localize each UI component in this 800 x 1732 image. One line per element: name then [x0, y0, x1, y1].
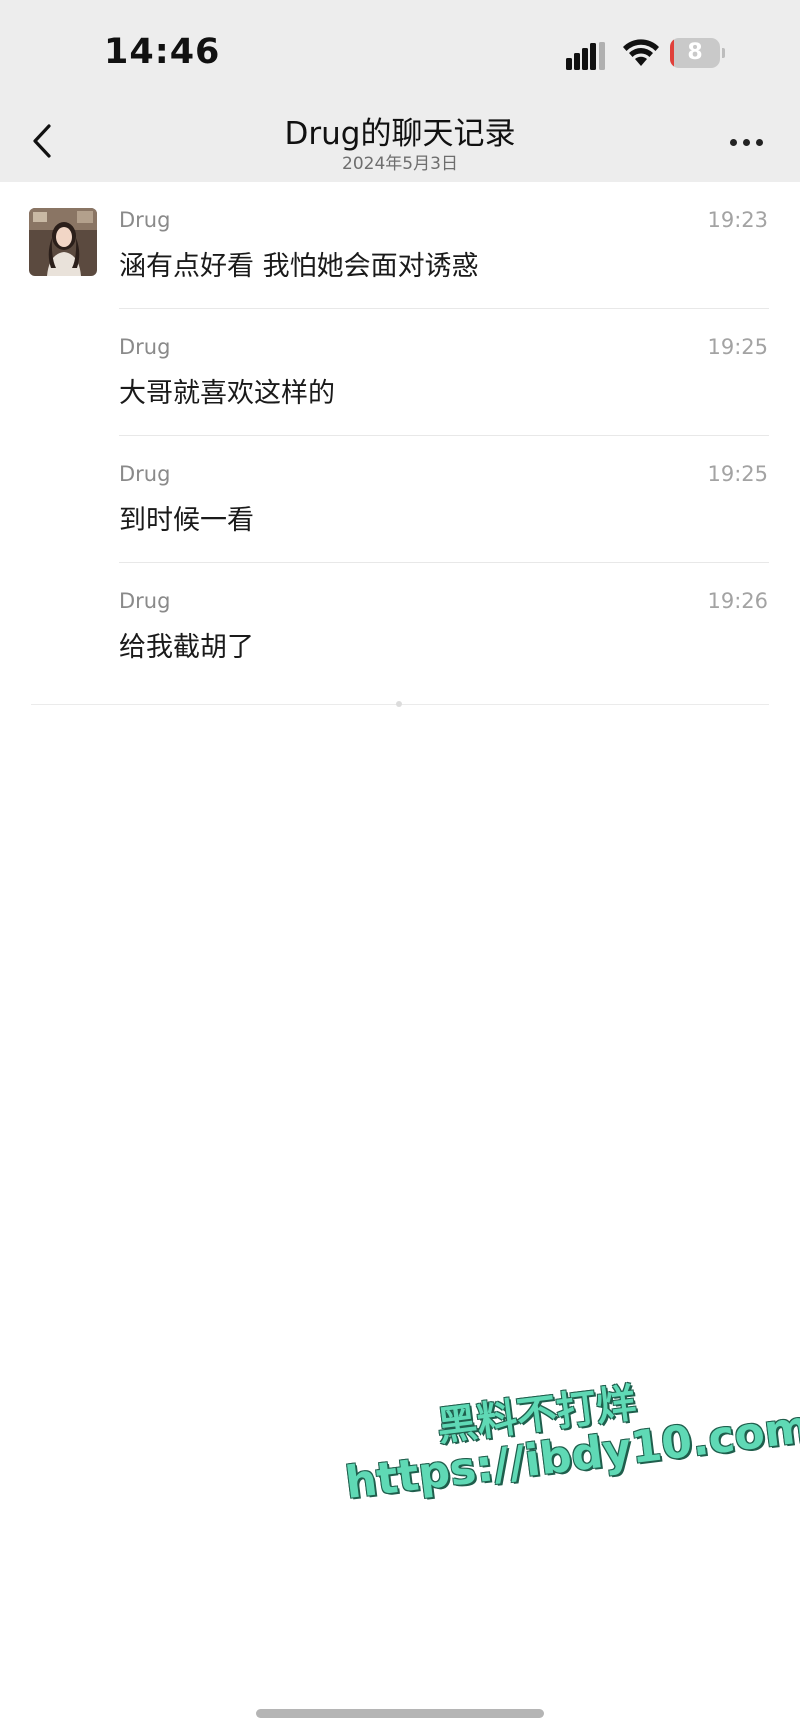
- signal-icon: [566, 42, 605, 70]
- message-time: 19:23: [707, 208, 768, 232]
- more-icon: [729, 138, 737, 146]
- nav-bar: Drug的聊天记录 2024年5月3日: [0, 100, 800, 182]
- message-sender: Drug: [119, 208, 171, 232]
- message-text: 涵有点好看 我怕她会面对诱惑: [119, 251, 479, 282]
- battery-level: 8: [687, 40, 703, 65]
- wifi-icon: [623, 39, 659, 66]
- avatar-image: [29, 208, 97, 276]
- message-row[interactable]: Drug 19:25 到时候一看: [0, 436, 800, 563]
- message-sender: Drug: [119, 589, 171, 613]
- page-subtitle: 2024年5月3日: [342, 154, 458, 174]
- battery-icon: 8: [670, 38, 725, 68]
- message-row[interactable]: Drug 19:25 大哥就喜欢这样的: [0, 309, 800, 436]
- message-time: 19:25: [707, 462, 768, 486]
- message-sender: Drug: [119, 335, 171, 359]
- message-text: 大哥就喜欢这样的: [119, 378, 335, 409]
- more-button[interactable]: [724, 124, 768, 160]
- message-row[interactable]: Drug 19:23 涵有点好看 我怕她会面对诱惑: [0, 182, 800, 309]
- message-time: 19:26: [707, 589, 768, 613]
- watermark: 黑料不打烊 https://ibdy10.com: [336, 1354, 800, 1575]
- message-text: 给我截胡了: [119, 632, 254, 663]
- avatar[interactable]: [29, 208, 97, 276]
- message-time: 19:25: [707, 335, 768, 359]
- message-row[interactable]: Drug 19:26 给我截胡了: [0, 563, 800, 690]
- end-dot: [396, 701, 402, 707]
- status-time: 14:46: [104, 32, 221, 72]
- home-indicator[interactable]: [256, 1709, 544, 1718]
- header-area: 14:46 8 Drug的聊天记录 2024年5月3日: [0, 0, 800, 182]
- message-text: 到时候一看: [119, 505, 254, 536]
- page-title: Drug的聊天记录: [284, 116, 516, 152]
- message-sender: Drug: [119, 462, 171, 486]
- status-bar: 14:46 8: [0, 0, 800, 100]
